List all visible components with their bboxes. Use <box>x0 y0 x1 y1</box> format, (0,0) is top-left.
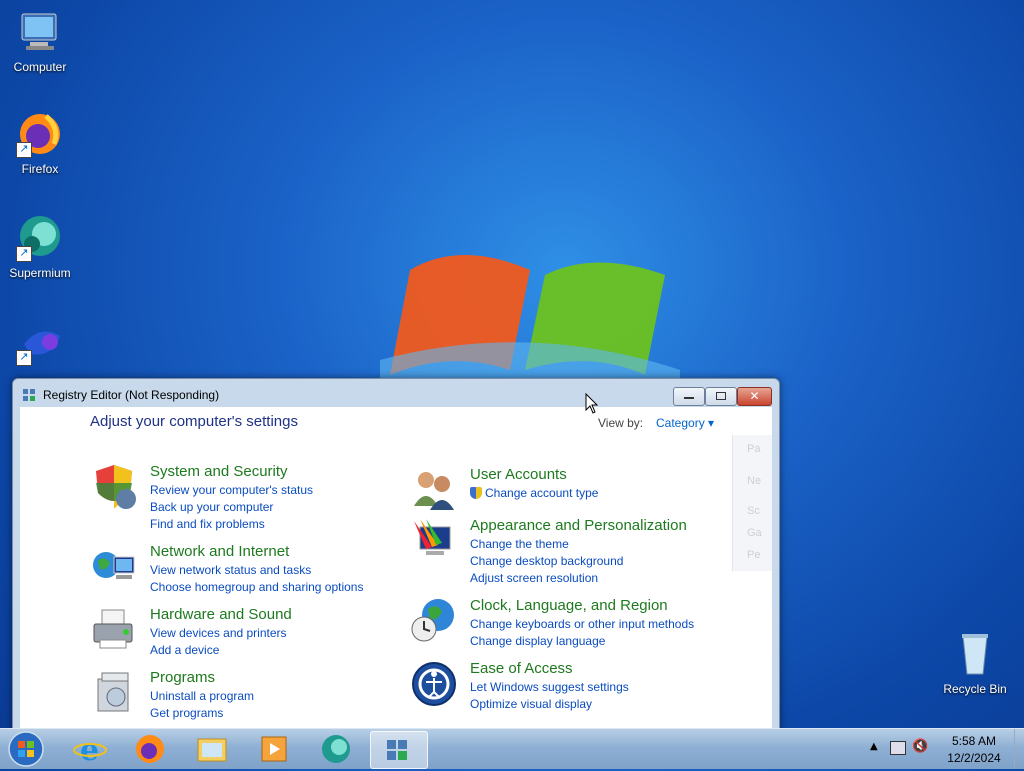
category-link[interactable]: Change display language <box>470 633 770 650</box>
taskbar-firefox[interactable] <box>122 731 178 767</box>
desktop-icon-supermium[interactable]: ↗ Supermium <box>0 214 80 280</box>
computer-icon <box>16 8 64 56</box>
category-link[interactable]: Adjust screen resolution <box>470 570 770 587</box>
firefox-icon: ↗ <box>16 110 64 158</box>
category-link[interactable]: Change desktop background <box>470 553 770 570</box>
network-tray-icon[interactable] <box>890 741 906 755</box>
ghost-side-panel: Pa Ne Sc Ga Pe <box>732 435 772 571</box>
window-title: Registry Editor (Not Responding) <box>43 388 220 402</box>
category-link[interactable]: Get programs <box>150 705 450 722</box>
minimize-button[interactable] <box>673 387 705 406</box>
users-icon <box>410 466 458 514</box>
category-link[interactable]: Uninstall a program <box>150 688 450 705</box>
desktop-icon-label: Firefox <box>21 162 59 176</box>
supermium-icon <box>322 735 350 763</box>
minimize-icon <box>684 397 694 399</box>
printer-icon <box>90 606 138 654</box>
category-title[interactable]: Programs <box>150 669 450 686</box>
show-desktop-button[interactable] <box>1014 729 1024 769</box>
category-link[interactable]: Review your computer's status <box>150 482 450 499</box>
category-link[interactable]: Find and fix problems <box>150 516 450 533</box>
category-link[interactable]: Add a device <box>150 642 450 659</box>
category-link[interactable]: View devices and printers <box>150 625 450 642</box>
registry-editor-icon <box>21 387 37 403</box>
category-title[interactable]: System and Security <box>150 463 450 480</box>
taskbar-supermium[interactable] <box>308 731 364 767</box>
category-link[interactable]: Change keyboards or other input methods <box>470 616 770 633</box>
close-button[interactable]: ✕ <box>737 387 772 406</box>
desktop-icon-label: Recycle Bin <box>943 682 1007 696</box>
shortcut-arrow-icon: ↗ <box>16 246 32 262</box>
windows-logo-wallpaper <box>380 240 680 390</box>
category-link[interactable]: Optimize visual display <box>470 696 770 713</box>
desktop-icon-label: Supermium <box>9 266 71 280</box>
category-title[interactable]: Clock, Language, and Region <box>470 597 770 614</box>
ghost-item: Ne <box>747 475 762 487</box>
media-player-icon <box>261 736 287 762</box>
category-title[interactable]: Ease of Access <box>470 660 770 677</box>
category-link[interactable]: Change the theme <box>470 536 770 553</box>
clock-date: 12/2/2024 <box>947 751 1001 765</box>
appearance-icon <box>410 517 458 565</box>
category-link[interactable]: Change account type <box>470 485 770 502</box>
category-link[interactable]: Back up your computer <box>150 499 450 516</box>
category-link[interactable]: View network status and tasks <box>150 562 450 579</box>
taskbar-registry-editor[interactable] <box>370 731 428 769</box>
registry-editor-icon <box>387 740 407 760</box>
category-title[interactable]: Network and Internet <box>150 543 450 560</box>
system-clock[interactable]: 5:58 AM 12/2/2024 <box>936 733 1012 767</box>
ghost-item: Pa <box>747 443 761 455</box>
view-by-value: Category <box>656 416 705 430</box>
mouse-cursor-icon <box>585 392 599 415</box>
network-icon <box>90 543 138 591</box>
desktop-icon-computer[interactable]: Computer <box>0 8 80 74</box>
category-title[interactable]: Appearance and Personalization <box>470 517 770 534</box>
ghost-item: Ga <box>747 527 762 539</box>
window-titlebar[interactable]: Registry Editor (Not Responding) ✕ <box>13 379 779 409</box>
start-button[interactable] <box>6 730 46 768</box>
programs-icon <box>90 669 138 717</box>
category-title[interactable]: User Accounts <box>470 466 770 483</box>
show-hidden-icons-icon[interactable]: ▲ <box>870 741 878 752</box>
page-title: Adjust your computer's settings <box>90 413 298 430</box>
taskbar-file-explorer[interactable] <box>184 731 240 767</box>
desktop-icon-app[interactable]: ↗ <box>0 318 80 370</box>
control-panel-content: Adjust your computer's settings View by:… <box>20 407 772 729</box>
desktop-icon-recycle-bin[interactable]: Recycle Bin <box>935 630 1015 696</box>
view-by-label: View by: <box>598 416 644 430</box>
close-icon: ✕ <box>749 389 760 403</box>
view-by-dropdown[interactable]: Category ▾ <box>656 416 714 430</box>
restore-button[interactable] <box>705 387 737 406</box>
desktop-icon-label: Computer <box>13 60 67 74</box>
firefox-icon <box>136 735 164 763</box>
category-link[interactable]: Let Windows suggest settings <box>470 679 770 696</box>
uac-shield-icon <box>470 487 482 499</box>
svg-text:e: e <box>80 733 99 767</box>
taskbar-media-player[interactable] <box>246 731 302 767</box>
desktop-icon-firefox[interactable]: ↗ Firefox <box>0 110 80 176</box>
taskbar: e ▲ 🔇 5:58 AM 12/2/2024 <box>0 728 1024 769</box>
ghost-item: Pe <box>747 549 761 561</box>
category-title[interactable]: Hardware and Sound <box>150 606 450 623</box>
folder-icon <box>197 738 227 762</box>
shortcut-arrow-icon: ↗ <box>16 350 32 366</box>
volume-muted-icon[interactable]: 🔇 <box>912 739 928 754</box>
recycle-bin-icon <box>951 630 999 678</box>
restore-icon <box>716 392 726 400</box>
taskbar-internet-explorer[interactable]: e <box>62 731 118 768</box>
app-shortcut-icon: ↗ <box>16 318 64 366</box>
shield-icon <box>90 463 138 511</box>
ease-of-access-icon <box>410 660 458 708</box>
category-link[interactable]: Choose homegroup and sharing options <box>150 579 450 596</box>
clock-globe-icon <box>410 597 458 645</box>
chevron-down-icon: ▾ <box>708 416 715 430</box>
category-link-text: Change account type <box>485 486 599 500</box>
system-tray: ▲ 🔇 <box>868 729 928 769</box>
supermium-icon: ↗ <box>16 214 64 262</box>
control-panel-window: Registry Editor (Not Responding) ✕ Adjus… <box>12 378 780 732</box>
clock-time: 5:58 AM <box>951 734 997 748</box>
shortcut-arrow-icon: ↗ <box>16 142 32 158</box>
internet-explorer-icon: e <box>73 733 107 768</box>
ghost-item: Sc <box>747 505 760 517</box>
